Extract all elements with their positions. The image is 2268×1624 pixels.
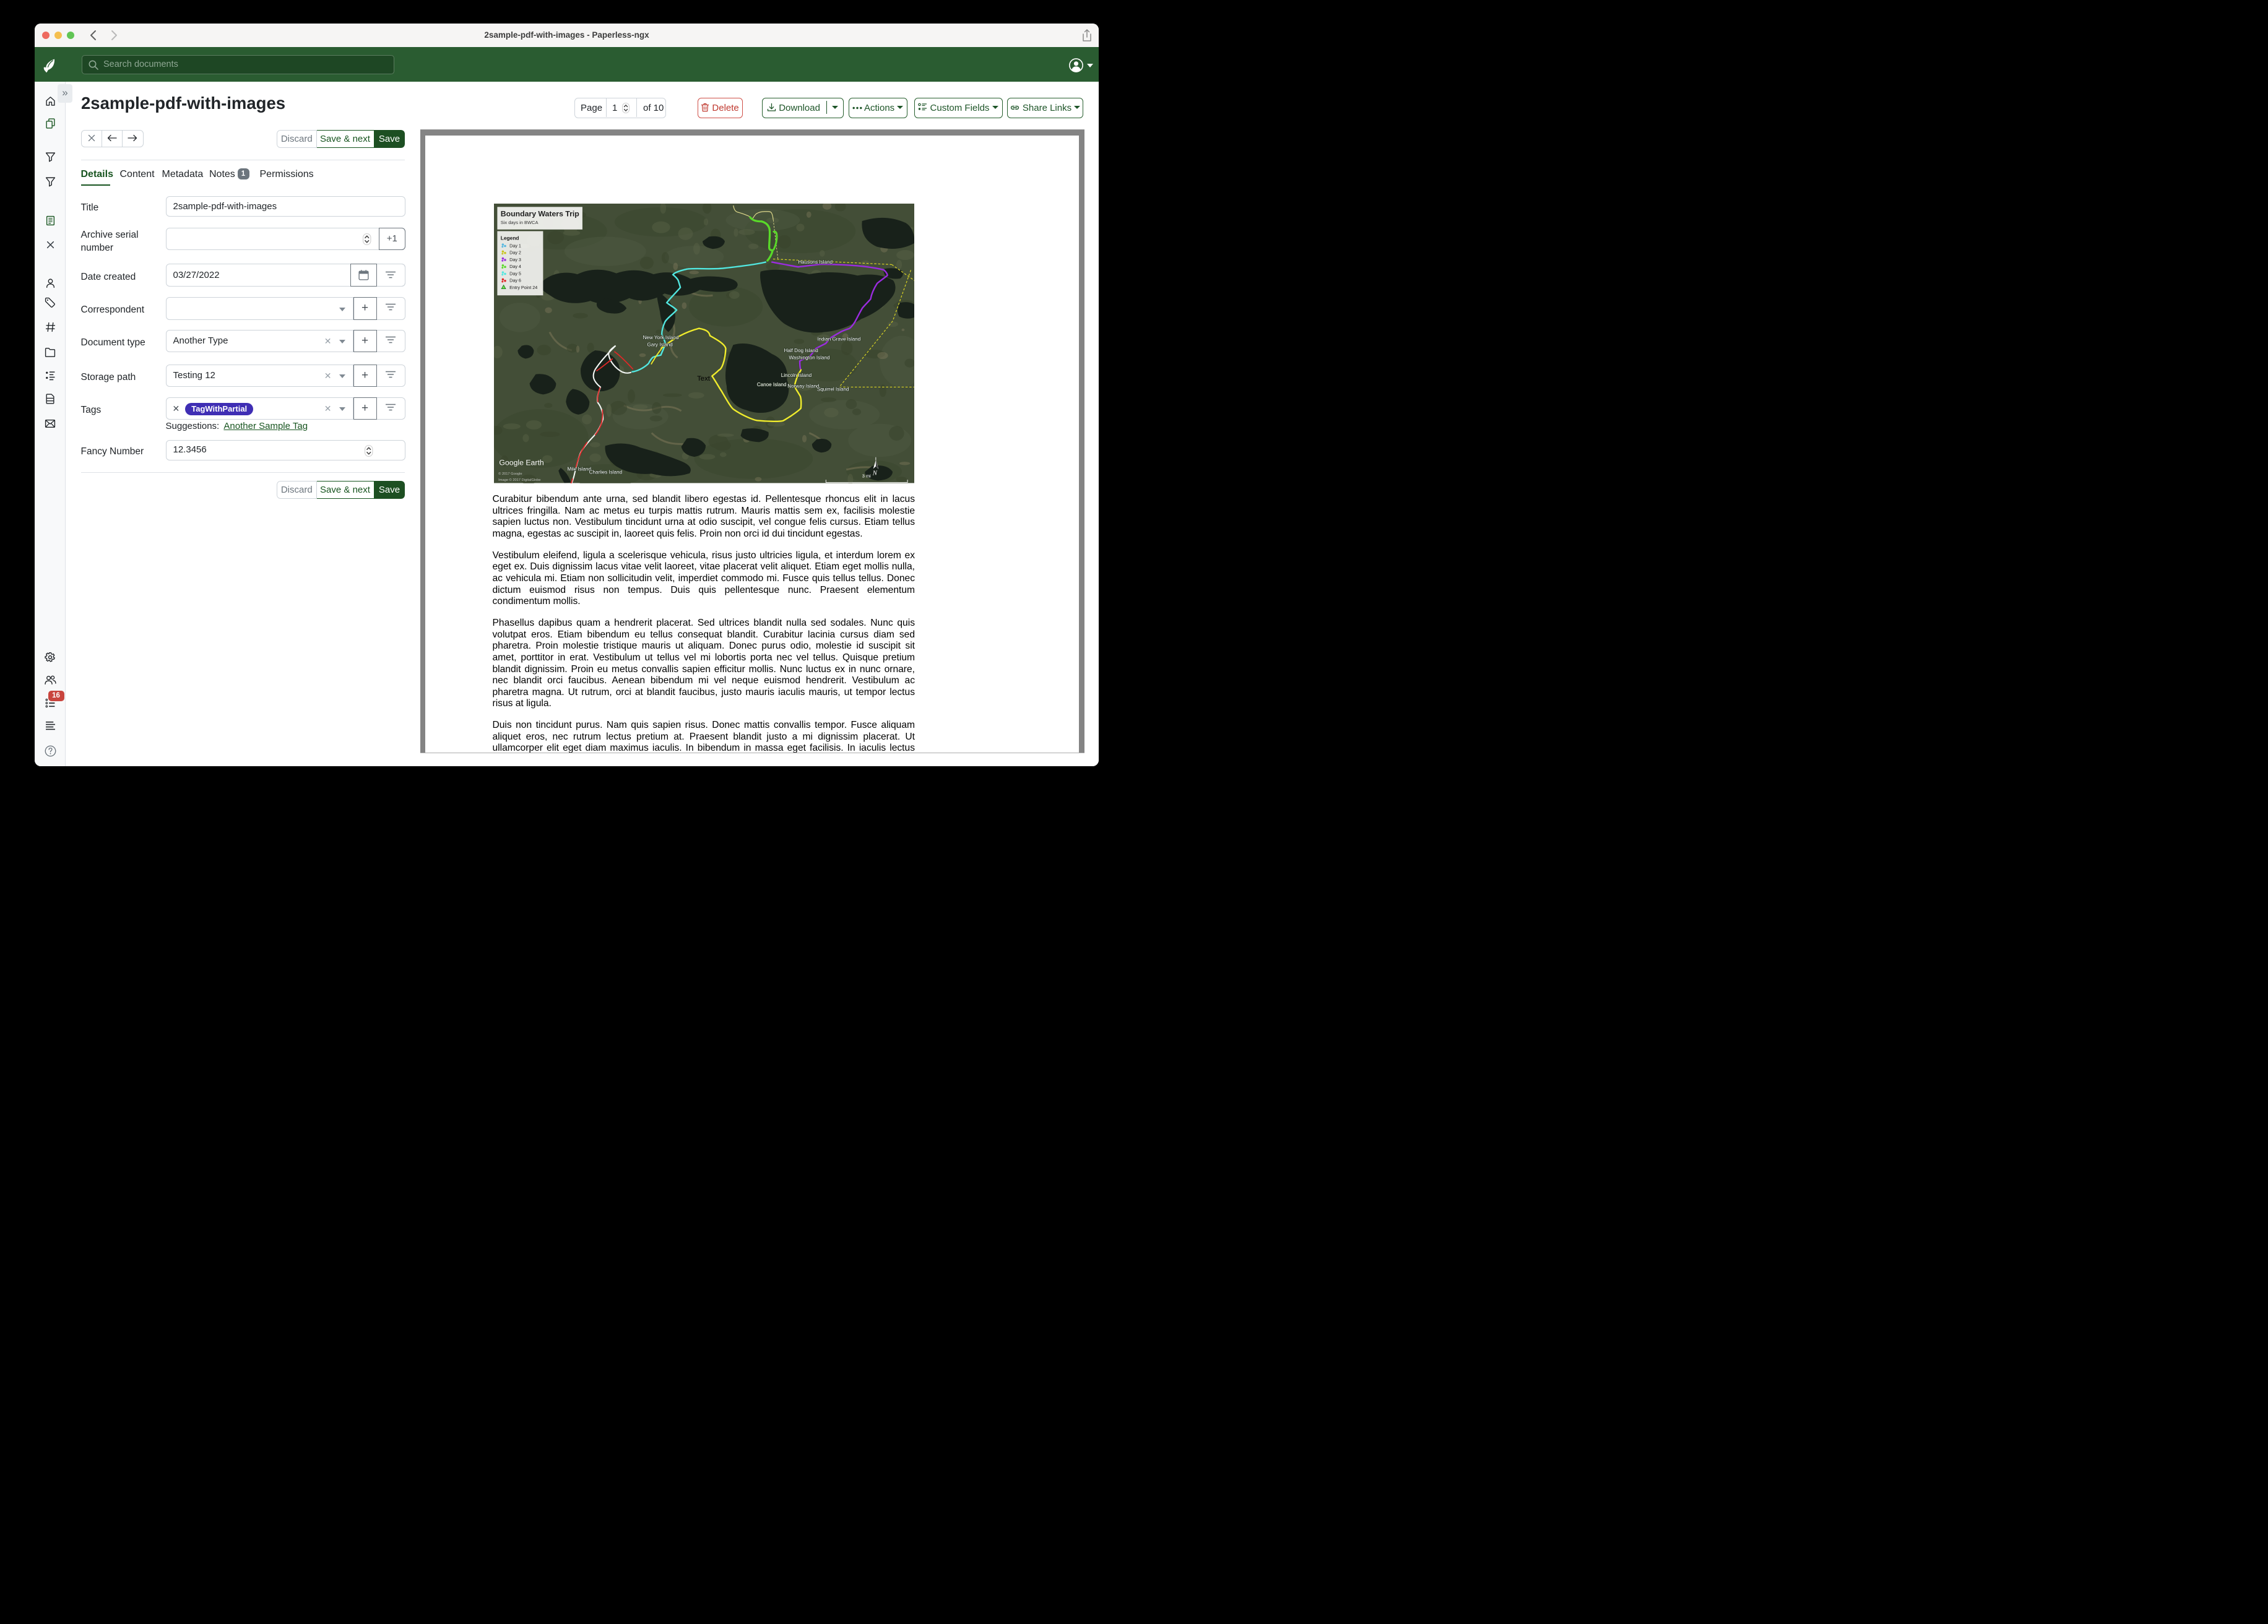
svg-text:Boundary Waters Trip: Boundary Waters Trip bbox=[500, 210, 579, 218]
svg-text:Half Dog Island: Half Dog Island bbox=[784, 348, 818, 353]
svg-text:Canoe Island: Canoe Island bbox=[756, 382, 786, 387]
svg-text:Indian Grave Island: Indian Grave Island bbox=[817, 337, 860, 342]
svg-text:Six days in BWCA: Six days in BWCA bbox=[500, 220, 538, 225]
svg-text:Charlies Island: Charlies Island bbox=[589, 470, 621, 475]
svg-text:3 mi: 3 mi bbox=[862, 473, 870, 479]
svg-text:Mile Island: Mile Island bbox=[567, 466, 591, 472]
svg-text:Legend: Legend bbox=[500, 235, 519, 241]
svg-text:Gary Island: Gary Island bbox=[647, 342, 672, 348]
svg-text:Hausons Island: Hausons Island bbox=[798, 259, 833, 265]
svg-text:Entry Point 24: Entry Point 24 bbox=[509, 285, 537, 290]
svg-text:New York Island: New York Island bbox=[643, 335, 678, 340]
svg-text:© 2017 Google: © 2017 Google bbox=[498, 472, 522, 476]
svg-text:Lincoln Island: Lincoln Island bbox=[781, 373, 811, 378]
svg-text:Google Earth: Google Earth bbox=[499, 459, 543, 467]
svg-text:Text: Text bbox=[697, 375, 711, 382]
svg-text:Image © 2017 DigitalGlobe: Image © 2017 DigitalGlobe bbox=[498, 478, 540, 482]
svg-text:Washington Island: Washington Island bbox=[789, 355, 829, 360]
svg-text:Day 1: Day 1 bbox=[509, 243, 521, 248]
svg-text:Squirrel Island: Squirrel Island bbox=[816, 386, 849, 392]
svg-text:Day 5: Day 5 bbox=[509, 271, 521, 276]
svg-text:Day 3: Day 3 bbox=[509, 257, 521, 262]
svg-text:Day 4: Day 4 bbox=[509, 264, 521, 269]
svg-text:Day 2: Day 2 bbox=[509, 251, 521, 256]
svg-text:Day 6: Day 6 bbox=[509, 279, 521, 283]
svg-text:N: N bbox=[872, 470, 877, 477]
svg-text:Norway Island: Norway Island bbox=[787, 383, 819, 389]
